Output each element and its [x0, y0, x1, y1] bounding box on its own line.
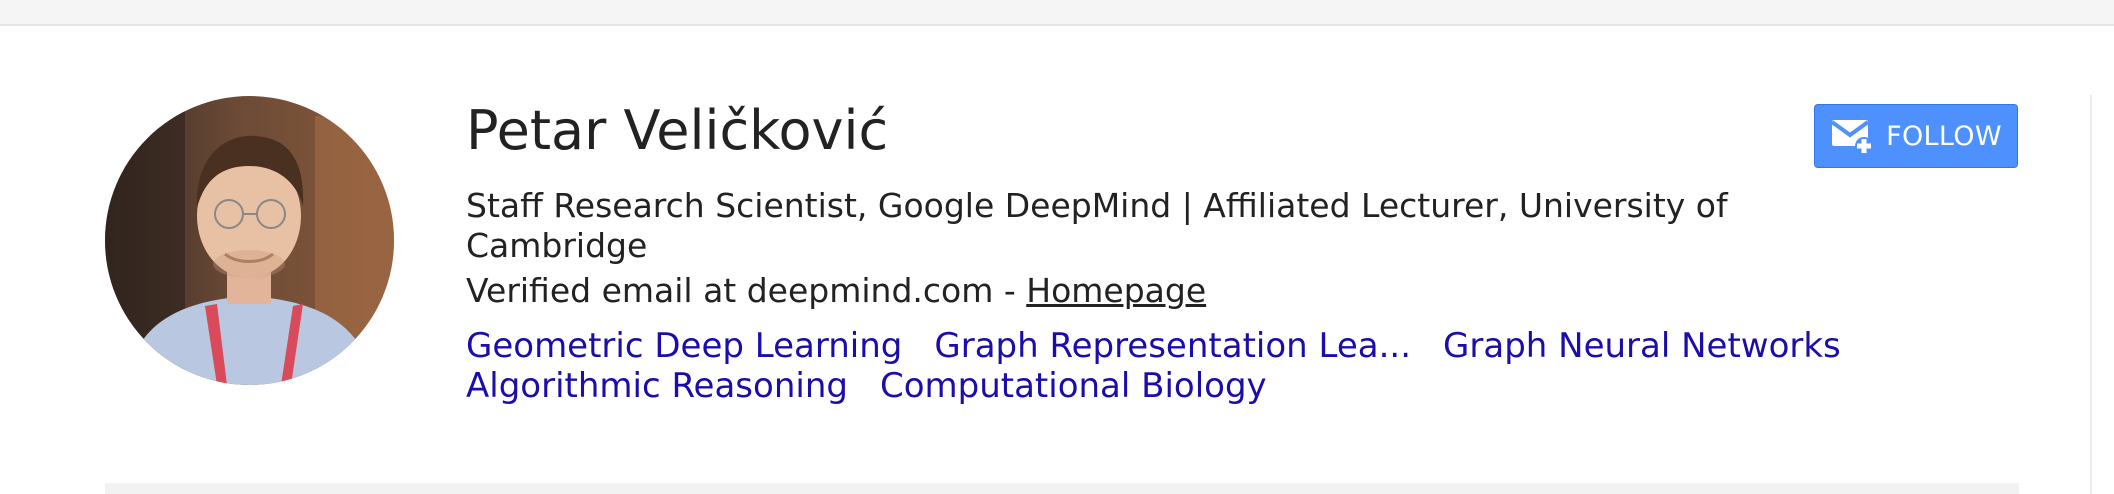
right-divider: [2090, 95, 2092, 494]
mail-plus-icon: [1831, 120, 1874, 155]
bottom-strip: [105, 483, 2019, 494]
interest-link-graph-representation-learning[interactable]: Graph Representation Lea...: [934, 326, 1411, 366]
homepage-link[interactable]: Homepage: [1026, 271, 1206, 310]
profile-affiliation: Staff Research Scientist, Google DeepMin…: [466, 186, 1728, 265]
interest-link-geometric-deep-learning[interactable]: Geometric Deep Learning: [466, 326, 902, 366]
follow-button-label: FOLLOW: [1886, 120, 2002, 152]
interest-link-algorithmic-reasoning[interactable]: Algorithmic Reasoning: [466, 366, 848, 406]
interest-link-computational-biology[interactable]: Computational Biology: [880, 366, 1267, 406]
interest-link-graph-neural-networks[interactable]: Graph Neural Networks: [1443, 326, 1841, 366]
top-bar: [0, 0, 2114, 26]
profile-name: Petar Veličković: [466, 99, 889, 162]
follow-button[interactable]: FOLLOW: [1814, 104, 2018, 168]
email-line: Verified email at deepmind.com - Homepag…: [466, 270, 1206, 312]
research-interests: Geometric Deep Learning Graph Representat…: [466, 326, 1906, 406]
verified-email-text: Verified email at deepmind.com -: [466, 271, 1027, 310]
avatar: [105, 96, 394, 385]
